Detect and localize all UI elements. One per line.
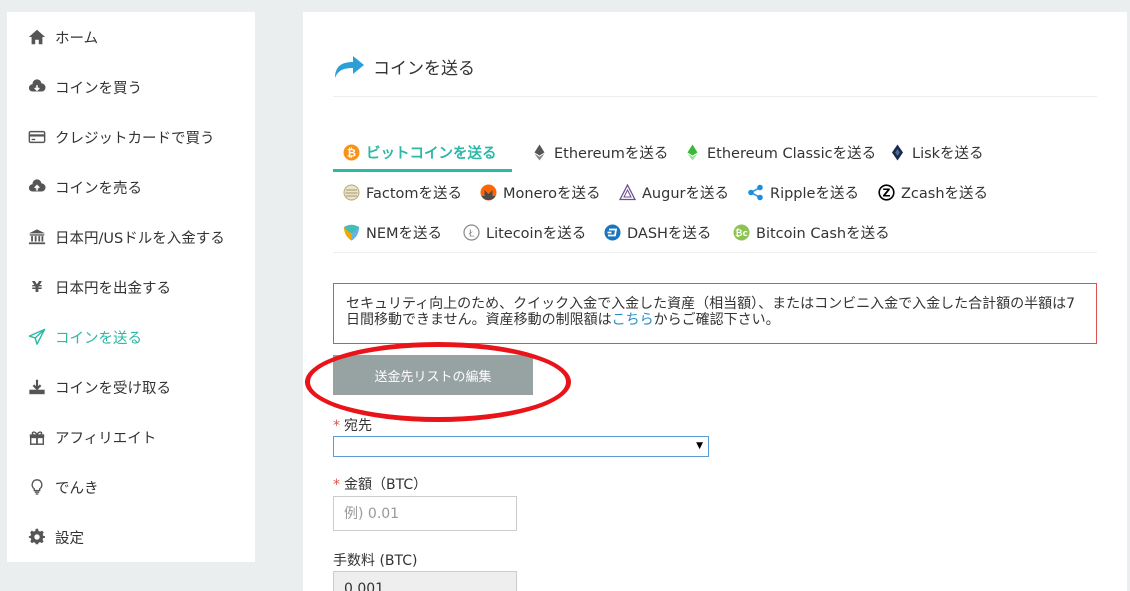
sidebar-item-sell[interactable]: コインを売る <box>7 172 255 202</box>
tab-label: Moneroを送る <box>503 186 601 202</box>
svg-text:Ł: Ł <box>468 229 475 240</box>
tab-label: DASHを送る <box>627 226 712 242</box>
tab-ethereum[interactable]: Ethereumを送る <box>531 142 668 163</box>
sidebar-item-label: 日本円を出金する <box>55 280 171 297</box>
tab-ripple[interactable]: Rippleを送る <box>747 182 859 203</box>
home-icon <box>27 27 47 47</box>
sidebar-item-home[interactable]: ホーム <box>7 22 255 52</box>
tab-litecoin[interactable]: Ł Litecoinを送る <box>463 222 586 243</box>
destination-label-text: 宛先 <box>344 418 372 434</box>
sidebar-item-label: コインを送る <box>55 330 142 347</box>
tab-label: Litecoinを送る <box>486 226 587 242</box>
alert-text-end: からご確認下さい。 <box>653 312 780 328</box>
credit-card-icon <box>27 127 47 147</box>
svg-text:₿: ₿ <box>347 147 356 160</box>
fee-label: 手数料 (BTC) <box>333 553 418 569</box>
sidebar-item-label: 設定 <box>55 530 84 547</box>
tab-factom[interactable]: Factomを送る <box>343 182 462 203</box>
tab-monero[interactable]: Moneroを送る <box>480 182 601 203</box>
ethereum-classic-icon <box>684 144 701 161</box>
tab-label: Ethereumを送る <box>554 146 669 162</box>
sidebar: ホーム コインを買う クレジットカードで買う コインを売る 日本円/USドルを入… <box>7 12 255 562</box>
tab-bitcoin[interactable]: ₿ ビットコインを送る <box>343 142 497 163</box>
sidebar-item-settings[interactable]: 設定 <box>7 522 255 552</box>
sidebar-item-receive[interactable]: コインを受け取る <box>7 372 255 402</box>
amount-label: * 金額（BTC） <box>333 474 427 494</box>
caret-down-icon: ▼ <box>696 441 703 451</box>
sidebar-item-buy[interactable]: コインを買う <box>7 72 255 102</box>
destination-select[interactable]: ▼ <box>333 436 709 457</box>
bitcoin-cash-icon: ₿c <box>733 224 750 241</box>
dash-icon <box>604 224 621 241</box>
cloud-download-icon <box>27 77 47 97</box>
tab-label: Augurを送る <box>642 186 729 202</box>
share-arrow-icon <box>335 56 364 78</box>
page-title-text: コインを送る <box>373 58 475 79</box>
download-tray-icon <box>27 377 47 397</box>
edit-recipient-list-button[interactable]: 送金先リストの編集 <box>333 355 533 395</box>
divider <box>333 96 1097 97</box>
ripple-icon <box>747 184 764 201</box>
tab-bitcoin-cash[interactable]: ₿c Bitcoin Cashを送る <box>733 222 890 243</box>
paper-plane-icon <box>27 327 47 347</box>
sidebar-item-send[interactable]: コインを送る <box>7 322 255 352</box>
tab-label: ビットコインを送る <box>366 146 497 162</box>
tab-label: Rippleを送る <box>770 186 859 202</box>
sidebar-item-affiliate[interactable]: アフィリエイト <box>7 422 255 452</box>
required-mark: * <box>333 418 340 434</box>
sidebar-item-label: ホーム <box>55 30 99 47</box>
required-mark: * <box>333 477 340 493</box>
sidebar-item-label: でんき <box>55 480 99 497</box>
tab-label: Bitcoin Cashを送る <box>756 226 890 242</box>
tab-nem[interactable]: NEMを送る <box>343 222 442 243</box>
sidebar-item-electricity[interactable]: でんき <box>7 472 255 502</box>
restriction-alert: セキュリティ向上のため、クイック入金で入金した資産（相当額）、またはコンビニ入金… <box>333 283 1097 344</box>
svg-text:Z: Z <box>883 187 891 200</box>
tab-label: Ethereum Classicを送る <box>707 146 877 162</box>
alert-link[interactable]: こちら <box>612 312 654 328</box>
monero-icon <box>480 184 497 201</box>
lisk-icon <box>889 144 906 161</box>
cloud-upload-icon <box>27 177 47 197</box>
svg-text:₿c: ₿c <box>735 228 748 239</box>
tab-label: Zcashを送る <box>901 186 989 202</box>
sidebar-item-label: コインを買う <box>55 80 142 97</box>
bank-icon <box>27 227 47 247</box>
sidebar-item-label: コインを売る <box>55 180 142 197</box>
sidebar-item-withdraw[interactable]: ¥ 日本円を出金する <box>7 272 255 302</box>
yen-icon: ¥ <box>31 278 43 296</box>
tab-label: Liskを送る <box>912 146 984 162</box>
factom-icon <box>343 184 360 201</box>
tab-zcash[interactable]: Z Zcashを送る <box>878 182 988 203</box>
page-title: コインを送る <box>333 52 475 80</box>
tab-lisk[interactable]: Liskを送る <box>889 142 984 163</box>
fee-input <box>333 571 517 591</box>
gift-icon <box>27 427 47 447</box>
litecoin-icon: Ł <box>463 224 480 241</box>
sidebar-item-label: コインを受け取る <box>55 380 171 397</box>
amount-input[interactable] <box>333 496 517 531</box>
divider <box>333 252 1097 253</box>
sidebar-item-deposit[interactable]: 日本円/USドルを入金する <box>7 222 255 252</box>
destination-label: * 宛先 <box>333 415 372 435</box>
sidebar-item-label: 日本円/USドルを入金する <box>55 230 225 247</box>
ethereum-icon <box>531 144 548 161</box>
lightbulb-icon <box>27 477 47 497</box>
bitcoin-icon: ₿ <box>343 144 360 161</box>
tab-augur[interactable]: Augurを送る <box>619 182 729 203</box>
nem-icon <box>343 224 360 241</box>
tab-label: NEMを送る <box>366 226 443 242</box>
main-panel: コインを送る ₿ ビットコインを送る Ethereumを送る Ethereum … <box>303 12 1127 591</box>
zcash-icon: Z <box>878 184 895 201</box>
active-tab-indicator <box>333 169 512 172</box>
tab-label: Factomを送る <box>366 186 463 202</box>
amount-label-text: 金額（BTC） <box>344 477 428 493</box>
sidebar-item-label: クレジットカードで買う <box>55 130 215 147</box>
sidebar-item-credit-card[interactable]: クレジットカードで買う <box>7 122 255 152</box>
gear-icon <box>27 527 47 547</box>
sidebar-item-label: アフィリエイト <box>55 430 157 447</box>
augur-icon <box>619 184 636 201</box>
tab-ethereum-classic[interactable]: Ethereum Classicを送る <box>684 142 876 163</box>
tab-dash[interactable]: DASHを送る <box>604 222 711 243</box>
